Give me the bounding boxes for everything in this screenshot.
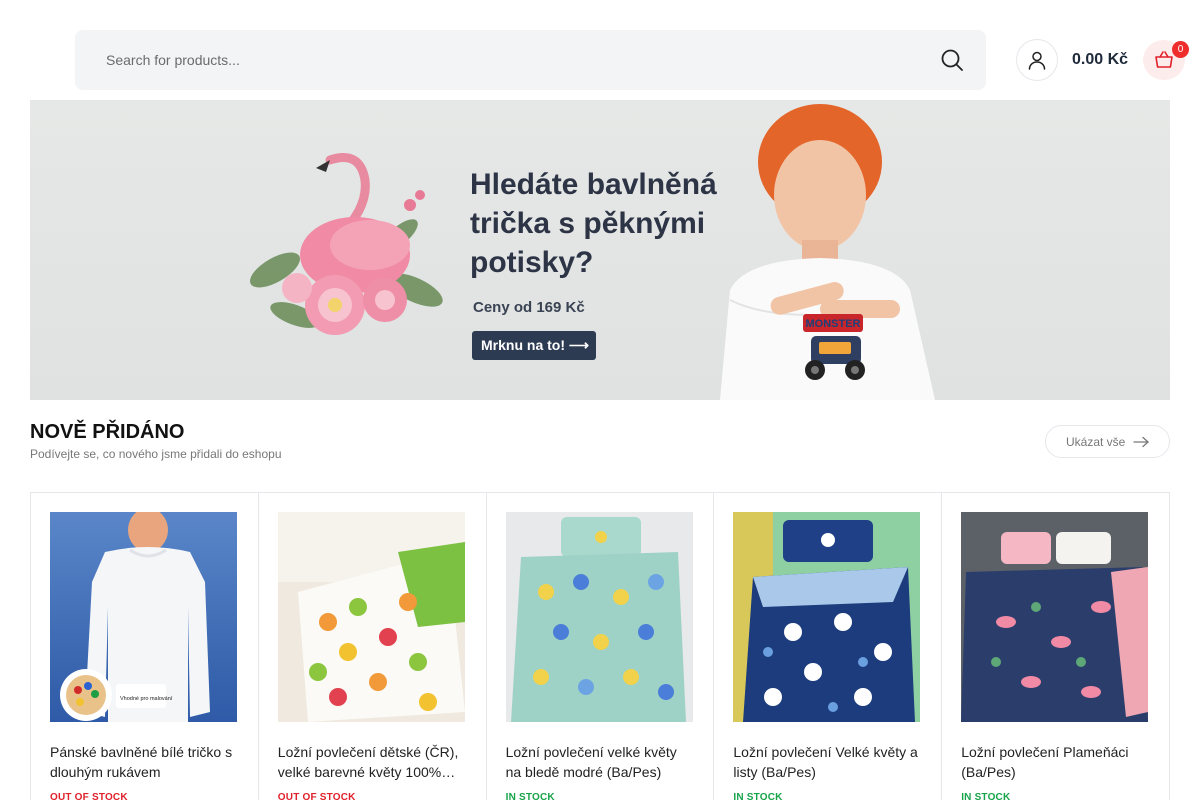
product-name[interactable]: Pánské bavlněné bílé tričko s dlouhým ru… (50, 742, 240, 782)
stock-status: IN STOCK (733, 792, 783, 800)
product-image-white-longsleeve: Vhodné pro malování (50, 512, 237, 722)
product-card[interactable]: Ložní povlečení Velké květy a listy (Ba/… (714, 493, 943, 800)
section-title: NOVĚ PŘIDÁNO (30, 421, 185, 443)
product-badge-text: Vhodné pro malování (120, 696, 173, 702)
product-image-blue-flowers-leaves (733, 512, 921, 722)
show-all-label: Ukázat vše (1066, 434, 1126, 449)
product-card[interactable]: Ložní povlečení velké květy na bledě mod… (487, 493, 715, 800)
flamingo-illustration (250, 153, 443, 335)
shirt-print-text: MONSTER (806, 318, 861, 330)
stock-status: IN STOCK (505, 792, 555, 800)
product-grid: Vhodné pro malování Pánské bavlněné bílé… (30, 492, 1170, 800)
product-name[interactable]: Ložní povlečení dětské (ČR), velké barev… (278, 742, 468, 782)
site-header: 0.00 Kč 0 (0, 0, 1200, 100)
cart-count-badge: 0 (1172, 41, 1189, 58)
product-image-colorful-flowers (277, 512, 465, 722)
cart-total: 0.00 Kč (1072, 51, 1129, 68)
product-image-flamingos (961, 512, 1149, 722)
stock-status: OUT OF STOCK (277, 792, 356, 800)
product-card[interactable]: Ložní povlečení Plameňáci (Ba/Pes) IN ST… (942, 493, 1170, 800)
product-name[interactable]: Ložní povlečení Plameňáci (Ba/Pes) (961, 742, 1151, 782)
stock-status: IN STOCK (961, 792, 1011, 800)
user-icon (1028, 51, 1046, 70)
banner-price: Ceny od 169 Kč (473, 299, 585, 316)
stock-status: OUT OF STOCK (50, 792, 128, 800)
boy-tshirt-photo: MONSTER (720, 104, 935, 400)
product-image-pale-blue-flowers (505, 512, 693, 722)
search-input[interactable] (75, 30, 875, 90)
product-card[interactable]: Ložní povlečení dětské (ČR), velké barev… (259, 493, 487, 800)
section-subtitle: Podívejte se, co nového jsme přidali do … (30, 447, 282, 461)
account-button[interactable] (1016, 39, 1058, 81)
promo-banner[interactable]: Hledáte bavlněná trička s pěknými potisk… (30, 100, 1170, 400)
arrow-right-icon (1133, 436, 1149, 448)
banner-cta-button[interactable]: Mrknu na to! ⟶ (472, 331, 596, 360)
product-name[interactable]: Ložní povlečení Velké květy a listy (Ba/… (733, 742, 923, 782)
show-all-button[interactable]: Ukázat vše (1045, 425, 1170, 458)
product-card[interactable]: Vhodné pro malování Pánské bavlněné bílé… (31, 493, 259, 800)
search-bar (75, 30, 986, 90)
search-icon[interactable] (940, 48, 964, 72)
product-name[interactable]: Ložní povlečení velké květy na bledě mod… (506, 742, 696, 782)
